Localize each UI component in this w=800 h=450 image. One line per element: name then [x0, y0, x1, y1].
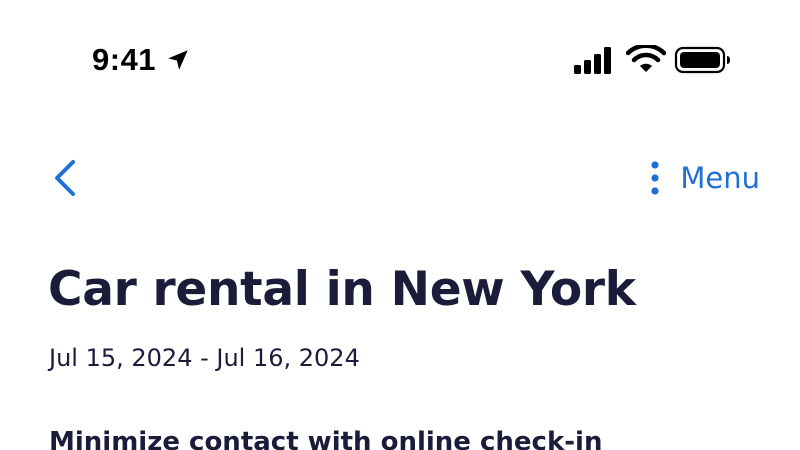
chevron-left-icon [55, 160, 75, 196]
status-icons [572, 44, 732, 76]
menu-label: Menu [680, 161, 760, 195]
battery-icon [674, 46, 730, 74]
location-arrow-icon [168, 50, 188, 70]
menu-button[interactable]: Menu [648, 156, 760, 200]
status-bar: 9:41 [0, 0, 800, 120]
cellular-signal-icon [574, 47, 611, 74]
page-title: Car rental in New York [48, 262, 636, 317]
back-button[interactable] [44, 156, 88, 200]
status-time: 9:41 [92, 42, 157, 77]
kebab-menu-icon [651, 161, 659, 195]
online-checkin-heading: Minimize contact with online check-in [49, 427, 603, 450]
status-time-group: 9:41 [92, 40, 191, 80]
date-range: Jul 15, 2024 - Jul 16, 2024 [49, 344, 360, 372]
wifi-icon [626, 45, 666, 72]
navigation-bar: Menu [0, 140, 800, 220]
